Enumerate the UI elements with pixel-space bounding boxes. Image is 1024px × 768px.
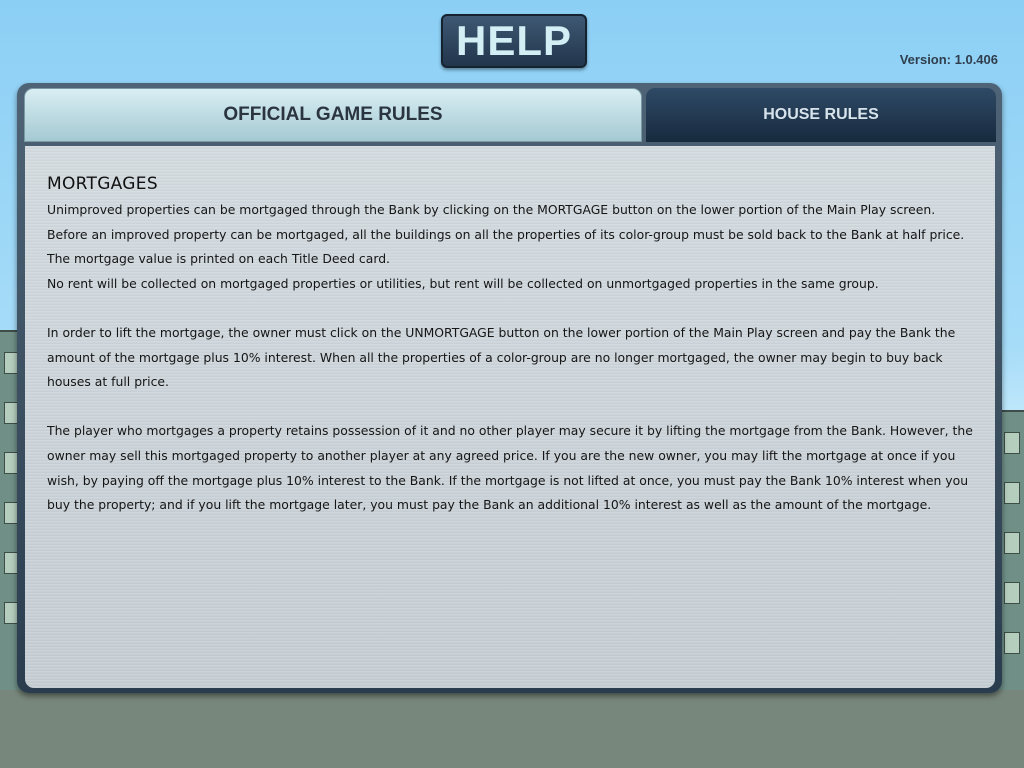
tab-house-rules-label: HOUSE RULES bbox=[763, 106, 879, 123]
rules-paragraph: Unimproved properties can be mortgaged t… bbox=[47, 202, 965, 267]
help-title: HELP bbox=[441, 14, 587, 68]
tab-house-rules[interactable]: HOUSE RULES bbox=[646, 88, 996, 142]
version-label: Version: 1.0.406 bbox=[899, 52, 998, 67]
rules-paragraph: In order to lift the mortgage, the owner… bbox=[47, 324, 956, 390]
rules-paragraph: No rent will be collected on mortgaged p… bbox=[47, 275, 879, 291]
tab-official-game-rules-label: OFFICIAL GAME RULES bbox=[223, 104, 443, 125]
tab-official-game-rules[interactable]: OFFICIAL GAME RULES bbox=[24, 88, 642, 142]
ground-strip bbox=[0, 690, 1024, 768]
rules-content-area[interactable]: MORTGAGES Unimproved properties can be m… bbox=[25, 146, 995, 688]
rules-paragraph: The player who mortgages a property reta… bbox=[47, 423, 973, 513]
section-title: MORTGAGES bbox=[47, 174, 158, 194]
